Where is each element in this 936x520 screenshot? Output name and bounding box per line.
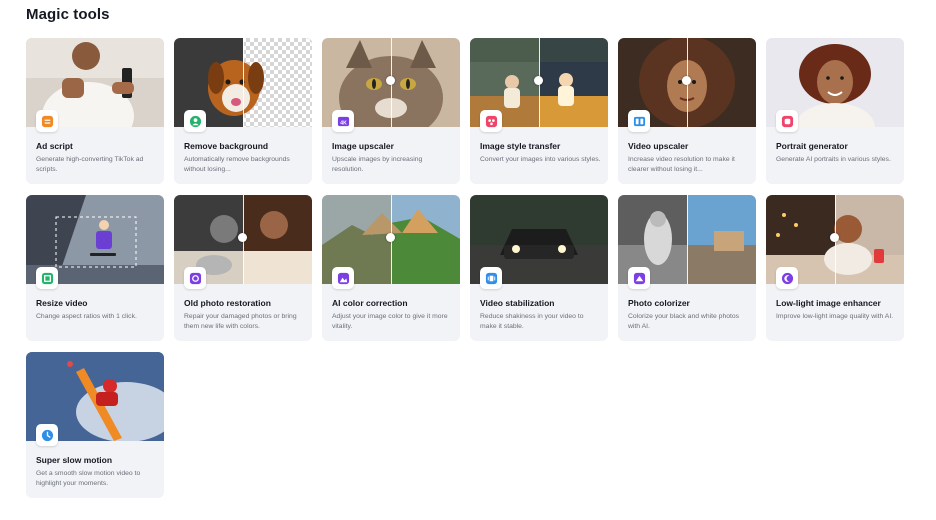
tools-grid: Ad script Generate high-converting TikTo…: [26, 38, 904, 498]
slow-motion-icon: [36, 424, 58, 446]
tool-card-video-stabilization[interactable]: Video stabilization Reduce shakiness in …: [470, 195, 608, 341]
comparison-handle[interactable]: [830, 233, 839, 242]
tool-title: Super slow motion: [36, 455, 113, 465]
tool-card-image-upscaler[interactable]: 4K Image upscaler Upscale images by incr…: [322, 38, 460, 184]
colorize-icon: [628, 267, 650, 289]
tool-card-ad-script[interactable]: Ad script Generate high-converting TikTo…: [26, 38, 164, 184]
tool-title: Image upscaler: [332, 141, 394, 151]
tool-description: Generate high-converting TikTok ad scrip…: [36, 156, 144, 173]
tool-description: Get a smooth slow motion video to highli…: [36, 470, 141, 487]
tool-description: Increase video resolution to make it cle…: [628, 156, 735, 173]
tool-card-ai-color-correction[interactable]: AI color correction Adjust your image co…: [322, 195, 460, 341]
tool-description: Colorize your black and white photos wit…: [628, 313, 740, 330]
tool-title: Ad script: [36, 141, 73, 151]
tool-card-portrait-generator[interactable]: Portrait generator Generate AI portraits…: [766, 38, 904, 184]
tool-description: Generate AI portraits in various styles.: [776, 156, 891, 163]
tool-card-super-slow-motion[interactable]: Super slow motion Get a smooth slow moti…: [26, 352, 164, 498]
tool-title: Remove background: [184, 141, 269, 151]
tool-card-resize-video[interactable]: Resize video Change aspect ratios with 1…: [26, 195, 164, 341]
palette-icon: [480, 110, 502, 132]
tool-title: Photo colorizer: [628, 298, 690, 308]
tool-title: AI color correction: [332, 298, 408, 308]
video-hd-icon: [628, 110, 650, 132]
tool-card-old-photo-restoration[interactable]: Old photo restoration Repair your damage…: [174, 195, 312, 341]
hd-image-icon: 4K: [332, 110, 354, 132]
tool-description: Reduce shakiness in your video to make i…: [480, 313, 584, 330]
tool-title: Video stabilization: [480, 298, 555, 308]
tool-description: Upscale images by increasing resolution.: [332, 156, 423, 173]
tool-title: Old photo restoration: [184, 298, 271, 308]
comparison-handle[interactable]: [682, 76, 691, 85]
tool-description: Improve low-light image quality with AI.: [776, 313, 894, 320]
tool-description: Automatically remove backgrounds without…: [184, 156, 290, 173]
moon-icon: [776, 267, 798, 289]
comparison-divider: [243, 38, 244, 127]
section-title: Magic tools: [26, 6, 110, 23]
tool-card-image-style-transfer[interactable]: Image style transfer Convert your images…: [470, 38, 608, 184]
tool-title: Resize video: [36, 298, 88, 308]
comparison-handle[interactable]: [238, 233, 247, 242]
document-icon: [36, 110, 58, 132]
tool-card-photo-colorizer[interactable]: Photo colorizer Colorize your black and …: [618, 195, 756, 341]
comparison-handle[interactable]: [386, 76, 395, 85]
tool-description: Adjust your image color to give it more …: [332, 313, 448, 330]
portrait-icon: [776, 110, 798, 132]
tool-card-remove-background[interactable]: Remove background Automatically remove b…: [174, 38, 312, 184]
tool-title: Portrait generator: [776, 141, 848, 151]
tool-title: Low-light image enhancer: [776, 298, 881, 308]
restore-photo-icon: [184, 267, 206, 289]
tool-title: Video upscaler: [628, 141, 689, 151]
tool-title: Image style transfer: [480, 141, 561, 151]
comparison-handle[interactable]: [386, 233, 395, 242]
tool-description: Convert your images into various styles.: [480, 156, 601, 163]
tool-description: Repair your damaged photos or bring them…: [184, 313, 297, 330]
resize-icon: [36, 267, 58, 289]
comparison-handle[interactable]: [534, 76, 543, 85]
tool-description: Change aspect ratios with 1 click.: [36, 313, 137, 320]
stabilize-icon: [480, 267, 502, 289]
color-correction-icon: [332, 267, 354, 289]
tool-card-low-light-image-enhancer[interactable]: Low-light image enhancer Improve low-lig…: [766, 195, 904, 341]
person-cutout-icon: [184, 110, 206, 132]
tool-card-video-upscaler[interactable]: Video upscaler Increase video resolution…: [618, 38, 756, 184]
comparison-divider: [687, 195, 688, 284]
svg-text:4K: 4K: [340, 120, 347, 126]
